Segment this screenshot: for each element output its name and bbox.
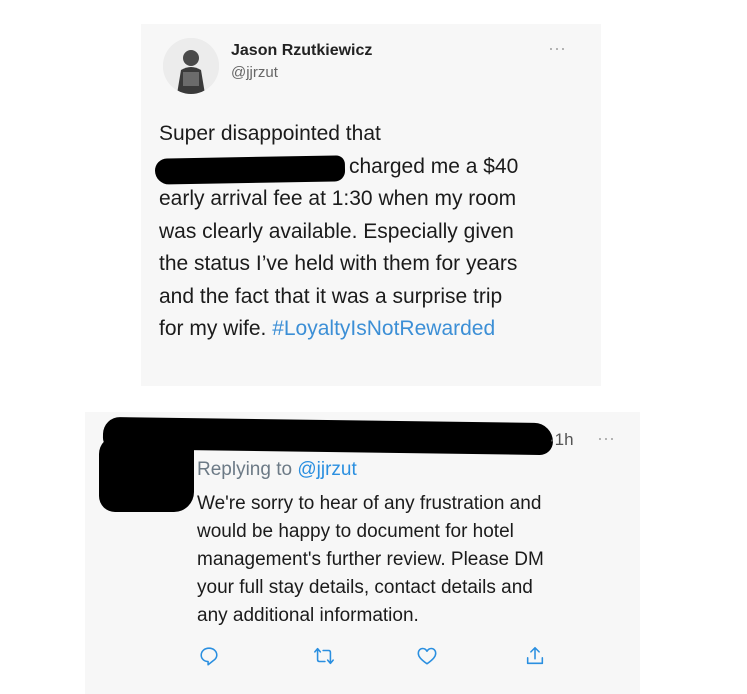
tweet-line: Super disappointed that	[159, 122, 381, 145]
reply-timestamp[interactable]: ·1h	[549, 430, 574, 450]
replying-to: Replying to @jjrzut	[197, 459, 357, 481]
author-avatar-image	[163, 38, 219, 94]
reply-line: management's further review. Please DM	[197, 549, 544, 570]
reply-icon	[200, 647, 218, 666]
more-options-icon[interactable]: ···	[548, 38, 566, 59]
reply-line: your full stay details, contact details …	[197, 577, 533, 598]
more-options-icon[interactable]: ···	[597, 428, 615, 449]
tweet-line: and the fact that it was a surprise trip	[159, 284, 503, 308]
share-icon	[526, 646, 544, 665]
reply-text: We're sorry to hear of any frustration a…	[197, 490, 627, 630]
author-handle[interactable]: @jjrzut	[231, 64, 278, 81]
tweet-line: early arrival fee at 1:30 when my room	[159, 187, 517, 210]
redaction-mark	[99, 436, 194, 512]
tweet-line: was clearly available. Especially given	[159, 219, 514, 243]
retweet-button[interactable]	[311, 643, 337, 669]
reply-line: We're sorry to hear of any frustration a…	[197, 493, 542, 514]
author-avatar[interactable]	[163, 38, 219, 94]
share-button[interactable]	[522, 643, 548, 669]
replying-to-label: Replying to	[197, 459, 293, 480]
reply-button[interactable]	[196, 643, 222, 669]
tweet-line-last: for my wife. #LoyaltyIsNotRewarded	[159, 313, 589, 346]
like-button[interactable]	[414, 643, 440, 669]
tweet-line: the status I’ve held with them for years	[159, 252, 518, 275]
hashtag-link[interactable]: #LoyaltyIsNotRewarded	[272, 317, 495, 340]
like-icon	[417, 647, 437, 665]
retweet-icon	[314, 647, 334, 665]
mention-link[interactable]: @jjrzut	[297, 459, 356, 480]
author-name[interactable]: Jason Rzutkiewicz	[231, 42, 372, 60]
reply-line: any additional information.	[197, 605, 419, 626]
reply-line: would be happy to document for hotel	[197, 521, 514, 542]
tweet-line-text: for my wife.	[159, 317, 267, 340]
redaction-mark	[154, 155, 346, 185]
tweet-text: Super disappointed that charged me a $40…	[159, 118, 589, 346]
